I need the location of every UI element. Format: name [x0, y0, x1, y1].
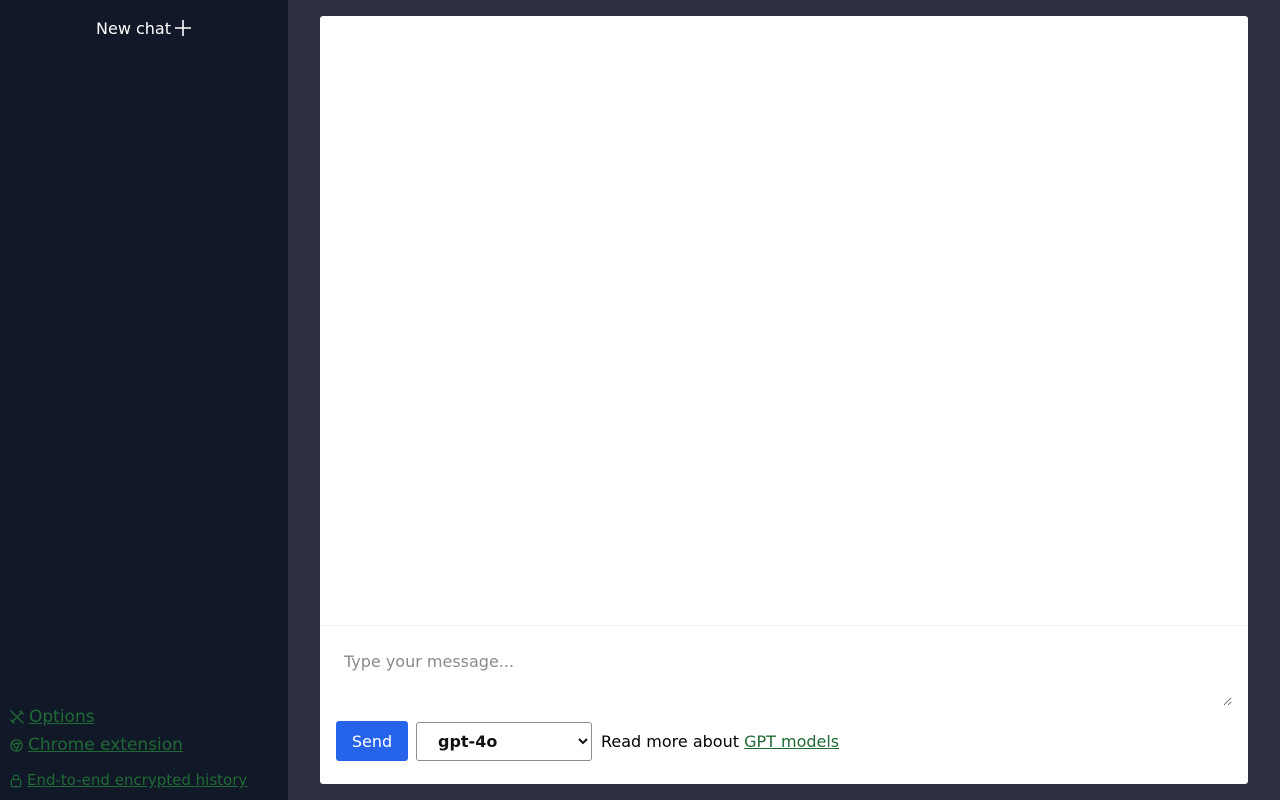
encrypted-history-label: End-to-end encrypted history	[27, 771, 248, 789]
options-link[interactable]: Options	[9, 706, 95, 728]
send-button[interactable]: Send	[336, 721, 408, 761]
chat-panel: Send gpt-4o Read more about GPT models	[320, 16, 1248, 784]
chrome-icon	[10, 738, 23, 752]
composer-controls: Send gpt-4o Read more about GPT models	[336, 721, 839, 761]
chrome-extension-label: Chrome extension	[28, 735, 183, 755]
encrypted-history-link[interactable]: End-to-end encrypted history	[9, 770, 247, 790]
new-chat-button[interactable]: New chat	[0, 14, 288, 42]
gpt-models-link[interactable]: GPT models	[744, 732, 839, 751]
tools-icon	[10, 710, 24, 724]
options-label: Options	[29, 707, 95, 727]
read-more-text: Read more about GPT models	[601, 732, 839, 751]
new-chat-label: New chat	[96, 18, 171, 38]
sidebar: New chat Options Chrome extension End-to…	[0, 0, 288, 800]
plus-icon	[174, 19, 192, 37]
chrome-extension-link[interactable]: Chrome extension	[9, 734, 183, 756]
message-input[interactable]	[336, 638, 1232, 706]
lock-icon	[10, 774, 22, 787]
message-list	[320, 16, 1248, 626]
read-more-prefix: Read more about	[601, 731, 739, 751]
composer-divider	[320, 625, 1248, 626]
model-select[interactable]: gpt-4o	[416, 721, 592, 761]
